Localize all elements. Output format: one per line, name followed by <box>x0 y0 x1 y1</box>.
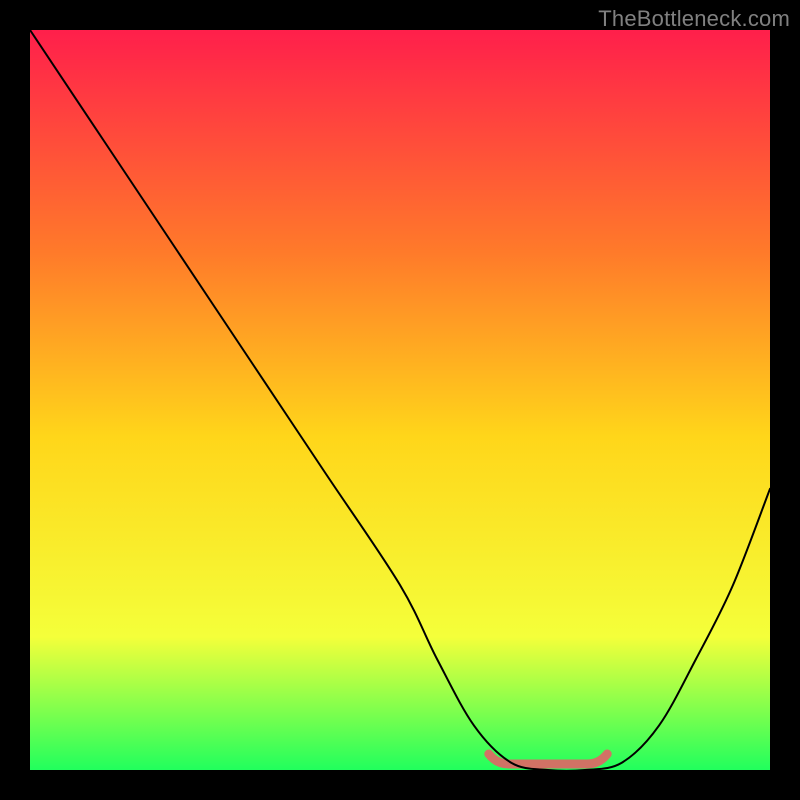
chart-stage: TheBottleneck.com <box>0 0 800 800</box>
bottleneck-chart <box>30 30 770 770</box>
plot-area <box>30 30 770 770</box>
watermark-text: TheBottleneck.com <box>598 6 790 32</box>
gradient-background <box>30 30 770 770</box>
